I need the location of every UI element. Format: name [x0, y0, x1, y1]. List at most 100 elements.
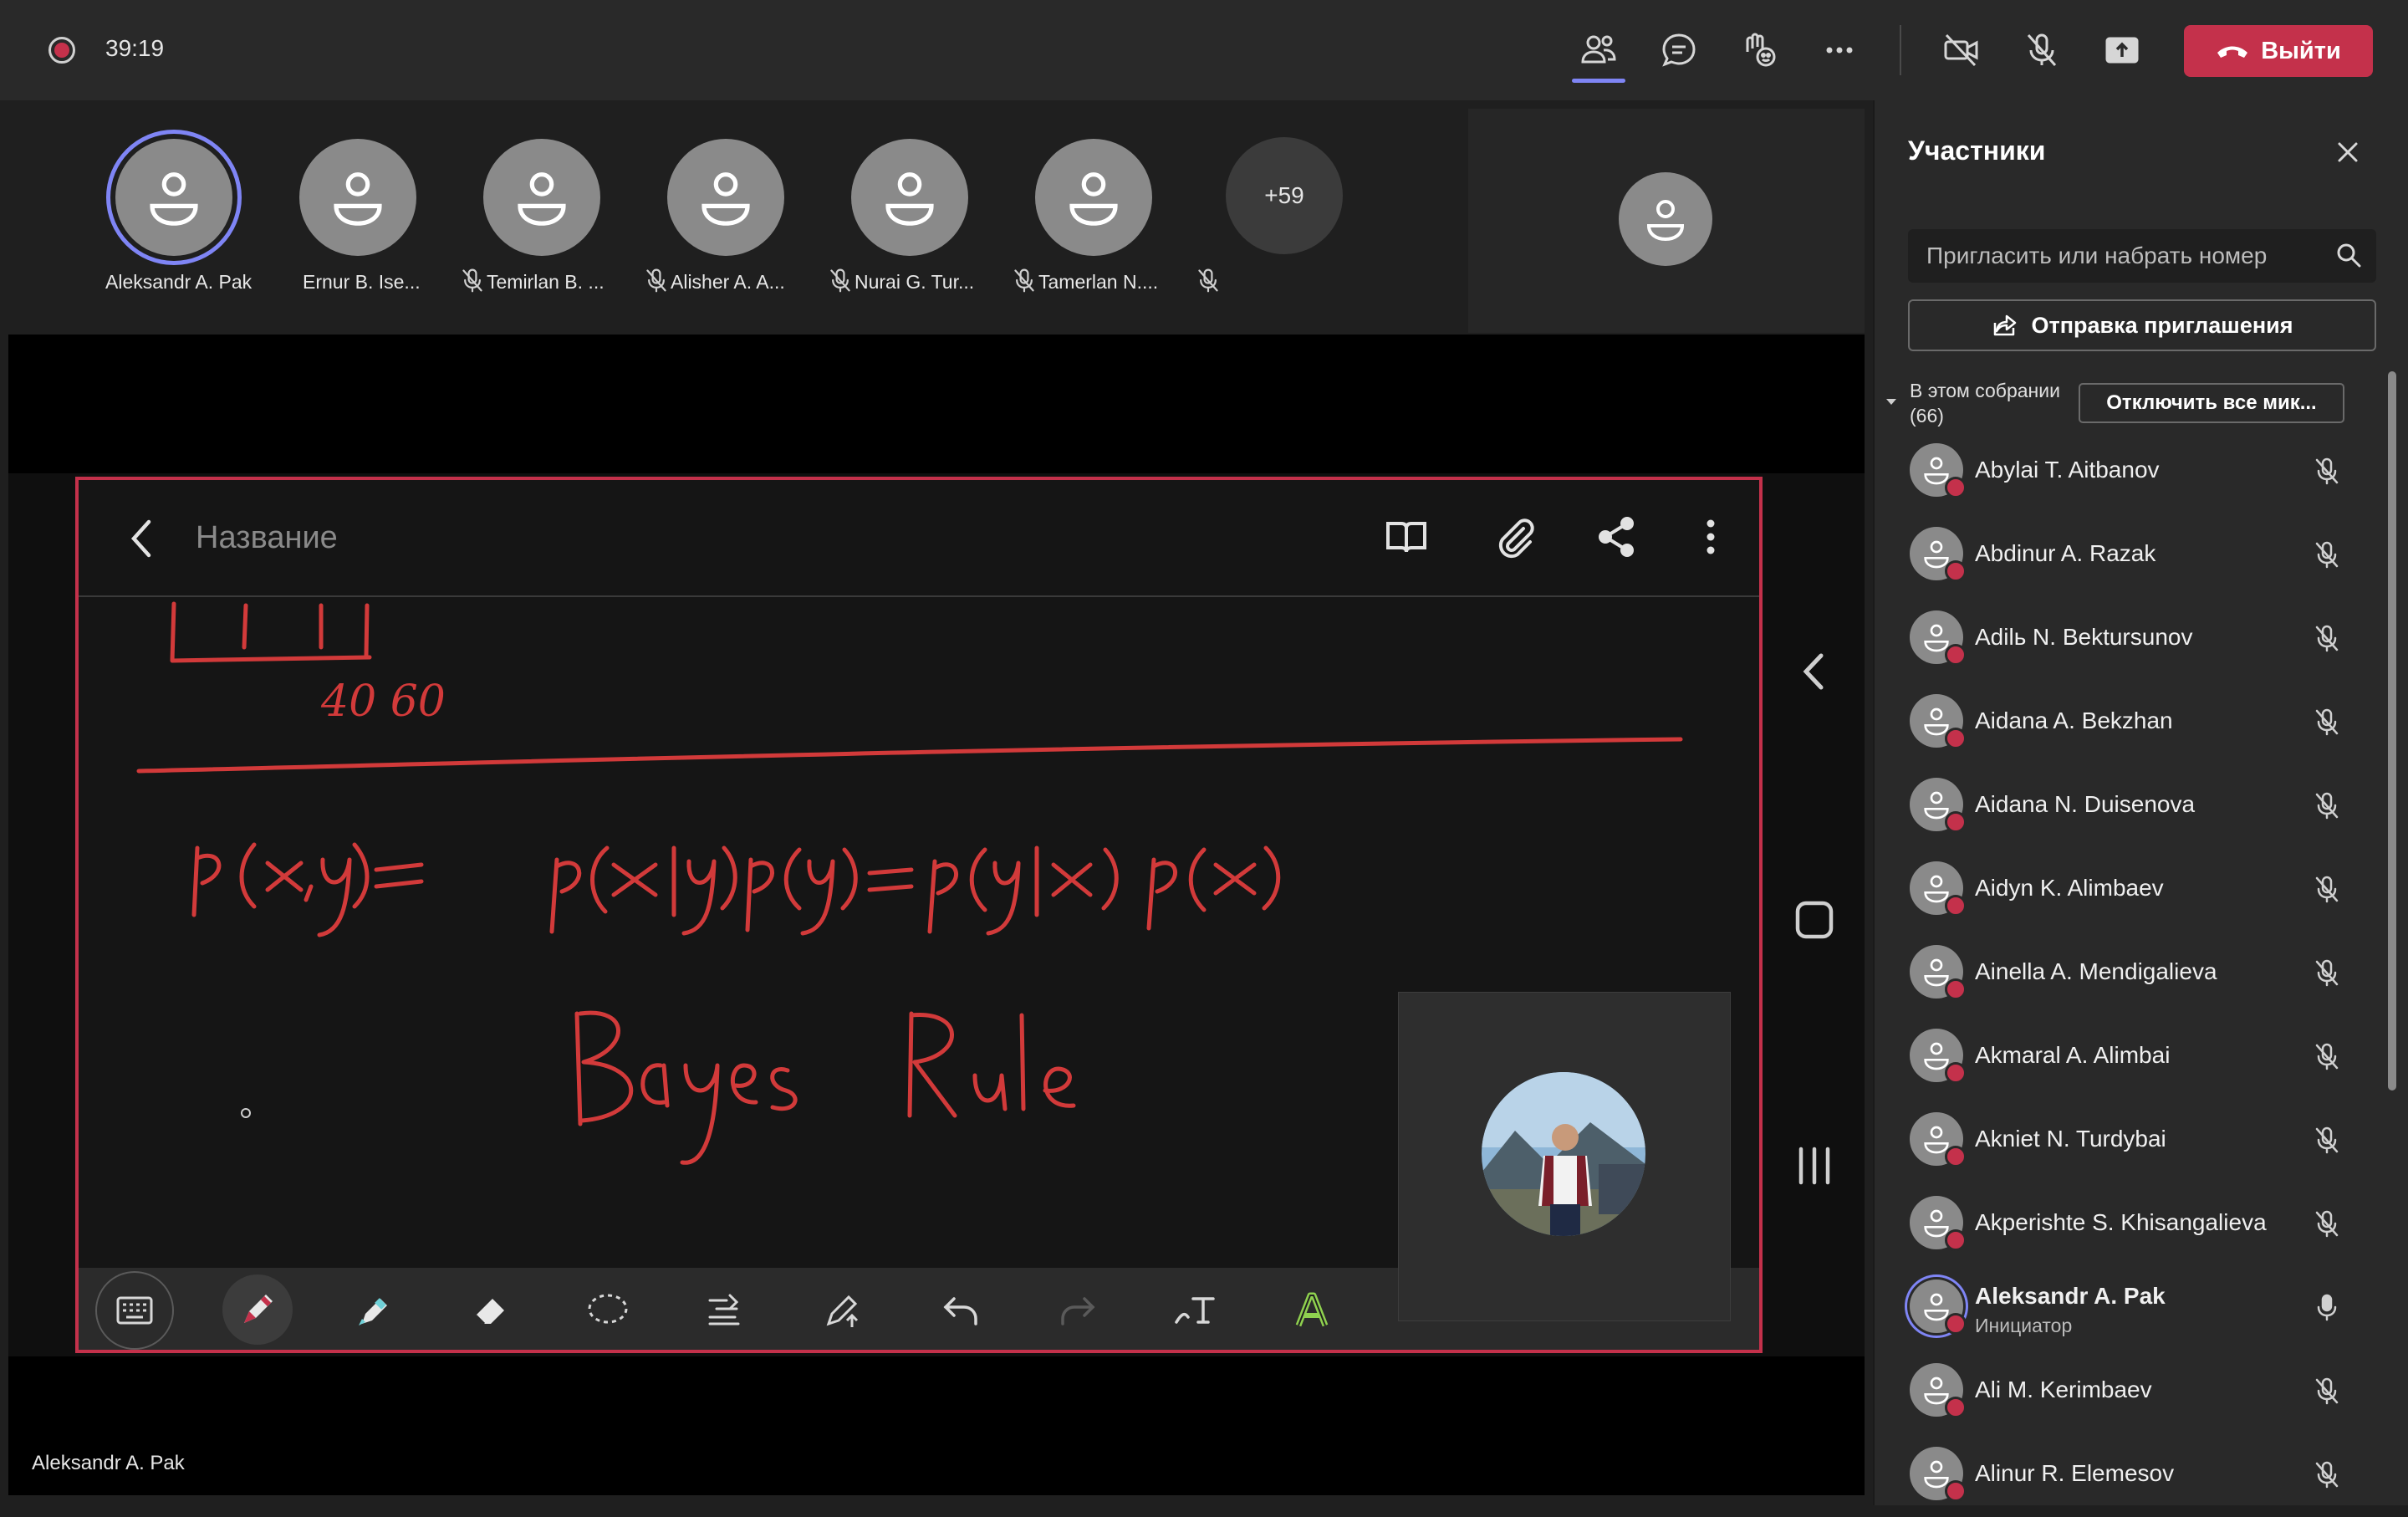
- text-icon[interactable]: [1166, 1281, 1224, 1340]
- participant-tile[interactable]: Alisher A. A...: [635, 134, 850, 301]
- list-item[interactable]: Akperishte S. Khisangalieva: [1873, 1182, 2383, 1266]
- redo-icon[interactable]: [1048, 1281, 1107, 1340]
- search-icon[interactable]: [2336, 243, 2361, 268]
- avatar: [667, 139, 784, 256]
- section-count: (66): [1910, 405, 1944, 426]
- mic-off-icon[interactable]: [2313, 457, 2341, 485]
- more-options-icon[interactable]: [1819, 30, 1860, 70]
- avatar: [1910, 1112, 1967, 1167]
- pen-settings-icon[interactable]: [814, 1281, 873, 1340]
- mic-off-icon[interactable]: [2313, 540, 2341, 569]
- section-header[interactable]: В этом собрании (66): [1910, 378, 2060, 428]
- member-name: Abdinur A. Razak: [1975, 540, 2156, 566]
- mic-off-icon[interactable]: [2313, 624, 2341, 652]
- list-item[interactable]: Ali M. Kerimbaev: [1873, 1350, 2383, 1433]
- undo-icon[interactable]: [931, 1281, 990, 1340]
- nav-back-chevron-icon[interactable]: [1798, 651, 1831, 692]
- panel-title: Участники: [1908, 135, 2046, 166]
- more-participants-button[interactable]: +59: [1226, 137, 1343, 254]
- color-icon[interactable]: [1283, 1281, 1341, 1340]
- share-icon[interactable]: [1594, 513, 1640, 560]
- list-item[interactable]: Akniet N. Turdybai: [1873, 1099, 2383, 1182]
- participant-tile[interactable]: Nurai G. Tur...: [819, 134, 1034, 301]
- align-icon[interactable]: [696, 1281, 754, 1340]
- member-name: Aidana A. Bekzhan: [1975, 707, 2173, 733]
- avatar: [115, 139, 232, 256]
- mic-icon[interactable]: [2313, 1293, 2341, 1321]
- mic-off-icon[interactable]: [2313, 1126, 2341, 1154]
- member-name: Aidyn K. Alimbaev: [1975, 875, 2164, 901]
- list-item[interactable]: Abylai T. Aitbanov: [1873, 430, 2383, 513]
- avatar: [1910, 694, 1967, 749]
- nav-home-icon[interactable]: [1794, 900, 1834, 940]
- invite-search-field[interactable]: [1908, 229, 2376, 283]
- note-title[interactable]: Название: [196, 520, 338, 556]
- people-icon[interactable]: [1579, 30, 1619, 70]
- member-name: Ainella A. Mendigalieva: [1975, 958, 2217, 984]
- member-role: Инициатор: [1975, 1315, 2073, 1336]
- status-badge: [1945, 978, 1967, 1000]
- chevron-down-icon[interactable]: [1885, 395, 1898, 408]
- list-item[interactable]: Aleksandr A. Pak Инициатор: [1873, 1266, 2383, 1350]
- camera-off-icon[interactable]: [1941, 30, 1982, 70]
- status-badge: [1945, 1480, 1967, 1502]
- mic-off-icon[interactable]: [2313, 707, 2341, 736]
- status-badge: [1945, 811, 1967, 833]
- list-item[interactable]: Alinur R. Elemesov: [1873, 1433, 2383, 1517]
- list-item[interactable]: Akmaral A. Alimbai: [1873, 1015, 2383, 1099]
- status-badge: [1945, 644, 1967, 666]
- pen-icon[interactable]: [222, 1274, 293, 1345]
- status-badge: [1945, 477, 1967, 498]
- nav-recents-icon[interactable]: [1794, 1146, 1834, 1186]
- mute-all-button[interactable]: Отключить все мик...: [2079, 383, 2344, 423]
- mic-off-icon[interactable]: [2022, 30, 2062, 70]
- leave-button[interactable]: Выйти: [2184, 25, 2373, 77]
- list-item[interactable]: Adilь N. Bektursunov: [1873, 597, 2383, 681]
- mic-off-icon[interactable]: [2313, 875, 2341, 903]
- book-icon[interactable]: [1383, 513, 1430, 560]
- lasso-icon[interactable]: [579, 1281, 637, 1340]
- share-screen-icon[interactable]: [2102, 30, 2142, 70]
- eraser-icon[interactable]: [462, 1281, 520, 1340]
- share-arrow-icon: [1993, 314, 2016, 336]
- member-name: Aleksandr A. Pak: [1975, 1283, 2166, 1309]
- member-name: Akperishte S. Khisangalieva: [1975, 1209, 2267, 1235]
- list-item[interactable]: Aidyn K. Alimbaev: [1873, 848, 2383, 932]
- mic-off-icon[interactable]: [2313, 958, 2341, 987]
- list-item[interactable]: Abdinur A. Razak: [1873, 513, 2383, 597]
- list-item[interactable]: Aidana N. Duisenova: [1873, 764, 2383, 848]
- send-invite-button[interactable]: Отправка приглашения: [1908, 299, 2376, 351]
- attachment-icon[interactable]: [1492, 513, 1538, 560]
- panel-scrollbar[interactable]: [2388, 371, 2396, 1091]
- mic-off-icon[interactable]: [2313, 1042, 2341, 1070]
- mic-off-icon[interactable]: [2313, 791, 2341, 820]
- list-item[interactable]: Ainella A. Mendigalieva: [1873, 932, 2383, 1015]
- participant-tile[interactable]: Temirlan B. ...: [452, 134, 666, 301]
- avatar: [299, 139, 416, 256]
- member-name: Ali M. Kerimbaev: [1975, 1377, 2152, 1402]
- avatar: [1910, 527, 1967, 582]
- participant-tile[interactable]: Ernur B. Ise...: [268, 134, 482, 301]
- list-item[interactable]: Aidana A. Bekzhan: [1873, 681, 2383, 764]
- mic-off-icon[interactable]: [2313, 1377, 2341, 1405]
- avatar: [1910, 1029, 1967, 1084]
- invite-input[interactable]: [1925, 229, 2329, 283]
- mic-off-icon[interactable]: [2313, 1460, 2341, 1489]
- status-badge: [1945, 1229, 1967, 1251]
- participant-tile[interactable]: Aleksandr A. Pak: [84, 134, 252, 301]
- close-icon[interactable]: [2333, 137, 2363, 167]
- avatar: [1910, 778, 1967, 833]
- recording-icon: [48, 37, 75, 64]
- keyboard-icon[interactable]: [95, 1271, 174, 1350]
- chat-icon[interactable]: [1659, 30, 1699, 70]
- mic-off-icon[interactable]: [2313, 1209, 2341, 1238]
- status-badge: [1945, 1062, 1967, 1084]
- back-icon[interactable]: [125, 517, 159, 560]
- participant-tile[interactable]: Tamerlan N....: [1003, 134, 1218, 301]
- mic-off-icon: [1196, 268, 1221, 293]
- more-vertical-icon[interactable]: [1687, 513, 1734, 560]
- self-avatar: [1482, 1072, 1645, 1236]
- reactions-icon[interactable]: [1739, 30, 1779, 70]
- status-badge: [1945, 560, 1967, 582]
- highlighter-icon[interactable]: [344, 1281, 403, 1340]
